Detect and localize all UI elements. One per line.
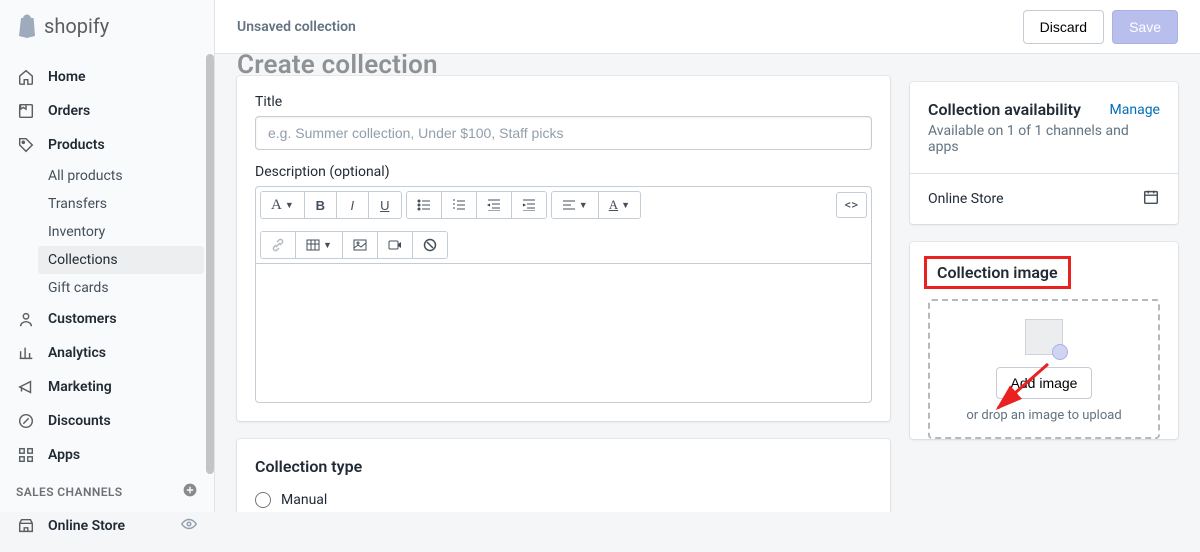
- sales-channels-label: SALES CHANNELS: [16, 485, 123, 499]
- title-label: Title: [255, 94, 872, 110]
- subnav-gift-cards[interactable]: Gift cards: [0, 274, 214, 302]
- discounts-icon: [16, 411, 36, 431]
- availability-card: Collection availability Manage Available…: [910, 82, 1178, 224]
- rte-align-dropdown[interactable]: ▼: [552, 192, 599, 218]
- collection-type-card: Collection type Manual Add products to t…: [237, 439, 890, 512]
- rte-link-button[interactable]: [261, 232, 296, 258]
- subnav-inventory[interactable]: Inventory: [0, 218, 214, 246]
- manage-availability-link[interactable]: Manage: [1110, 102, 1160, 118]
- add-channel-icon[interactable]: [182, 482, 198, 502]
- nav-analytics[interactable]: Analytics: [0, 336, 214, 370]
- primary-nav: Home Orders Products All products Transf…: [0, 52, 214, 552]
- store-icon: [16, 516, 36, 536]
- online-store-channel-row[interactable]: Online Store: [910, 173, 1178, 224]
- title-description-card: Title Description (optional) A▼ B I U: [237, 76, 890, 421]
- manual-radio[interactable]: [255, 492, 271, 508]
- rte-color-dropdown[interactable]: A▼: [599, 192, 640, 218]
- subnav-all-products[interactable]: All products: [0, 162, 214, 190]
- add-image-button[interactable]: Add image: [996, 367, 1093, 399]
- nav-label: Customers: [48, 311, 117, 327]
- products-icon: [16, 135, 36, 155]
- nav-customers[interactable]: Customers: [0, 302, 214, 336]
- rte-italic-button[interactable]: I: [337, 192, 369, 218]
- nav-label: Orders: [48, 103, 90, 119]
- subnav-label: Gift cards: [48, 280, 109, 296]
- availability-subtitle: Available on 1 of 1 channels and apps: [928, 123, 1160, 155]
- nav-label: Analytics: [48, 345, 106, 361]
- nav-discounts[interactable]: Discounts: [0, 404, 214, 438]
- products-subnav: All products Transfers Inventory Collect…: [0, 162, 214, 302]
- nav-orders[interactable]: Orders: [0, 94, 214, 128]
- save-button[interactable]: Save: [1112, 10, 1178, 44]
- collection-image-card: Collection image Add image or drop an im…: [910, 242, 1178, 439]
- rte-clear-format-button[interactable]: [413, 232, 447, 258]
- drop-hint-text: or drop an image to upload: [966, 408, 1121, 423]
- nav-label: Home: [48, 69, 86, 85]
- rte-indent-button[interactable]: [512, 192, 546, 218]
- nav-online-store[interactable]: Online Store: [0, 508, 214, 544]
- analytics-icon: [16, 343, 36, 363]
- nav-label: Apps: [48, 447, 80, 463]
- topbar: Unsaved collection Discard Save: [215, 0, 1200, 54]
- sidebar-scrollbar[interactable]: [206, 54, 214, 474]
- nav-label: Discounts: [48, 413, 111, 429]
- rte-html-toggle[interactable]: <>: [836, 192, 867, 218]
- nav-label: Marketing: [48, 379, 112, 395]
- topbar-title: Unsaved collection: [237, 19, 356, 35]
- marketing-icon: [16, 377, 36, 397]
- rte-bullet-list-button[interactable]: [407, 192, 442, 218]
- description-label: Description (optional): [255, 164, 872, 180]
- channel-label: Online Store: [928, 191, 1004, 207]
- subnav-collections[interactable]: Collections: [38, 246, 204, 274]
- orders-icon: [16, 101, 36, 121]
- nav-apps[interactable]: Apps: [0, 438, 214, 472]
- rte-outdent-button[interactable]: [477, 192, 512, 218]
- subnav-label: Inventory: [48, 224, 105, 240]
- rte-video-button[interactable]: [378, 232, 413, 258]
- nav-products[interactable]: Products: [0, 128, 214, 162]
- shopify-bag-icon: [16, 14, 38, 38]
- collection-image-title: Collection image: [937, 263, 1058, 282]
- rte-toolbar: A▼ B I U ▼ A▼: [255, 186, 872, 263]
- availability-title: Collection availability: [928, 100, 1081, 119]
- sales-channels-heading: SALES CHANNELS: [0, 472, 214, 508]
- page-title: Create collection: [237, 54, 890, 76]
- home-icon: [16, 67, 36, 87]
- subnav-label: Collections: [48, 252, 118, 268]
- rte-number-list-button[interactable]: [442, 192, 477, 218]
- rte-table-button[interactable]: ▼: [296, 232, 343, 258]
- rte-underline-button[interactable]: U: [369, 192, 401, 218]
- calendar-icon[interactable]: [1142, 188, 1160, 210]
- subnav-label: All products: [48, 168, 123, 184]
- rte-image-button[interactable]: [343, 232, 378, 258]
- discard-button[interactable]: Discard: [1023, 10, 1104, 44]
- collection-title-input[interactable]: [255, 116, 872, 150]
- shopify-logo[interactable]: shopify: [0, 0, 214, 52]
- nav-label: Online Store: [48, 518, 125, 534]
- manual-label: Manual: [281, 492, 327, 508]
- shopify-wordmark: shopify: [44, 14, 109, 38]
- collection-type-title: Collection type: [237, 439, 890, 490]
- view-store-icon[interactable]: [180, 515, 198, 537]
- rte-bold-button[interactable]: B: [305, 192, 337, 218]
- nav-label: Products: [48, 137, 105, 153]
- sidebar: shopify Home Orders Products All product…: [0, 0, 215, 512]
- rte-editor[interactable]: [255, 263, 872, 403]
- manual-type-option[interactable]: Manual: [237, 490, 890, 512]
- main-area: Unsaved collection Discard Save Create c…: [215, 0, 1200, 512]
- rte-format-dropdown[interactable]: A▼: [261, 192, 305, 218]
- subnav-label: Transfers: [48, 196, 107, 212]
- subnav-transfers[interactable]: Transfers: [0, 190, 214, 218]
- nav-marketing[interactable]: Marketing: [0, 370, 214, 404]
- topbar-actions: Discard Save: [1023, 10, 1178, 44]
- collection-image-heading-highlight: Collection image: [924, 256, 1071, 289]
- apps-icon: [16, 445, 36, 465]
- nav-home[interactable]: Home: [0, 60, 214, 94]
- image-placeholder-icon: [1025, 319, 1063, 355]
- customers-icon: [16, 309, 36, 329]
- image-drop-zone[interactable]: Add image or drop an image to upload: [928, 299, 1160, 439]
